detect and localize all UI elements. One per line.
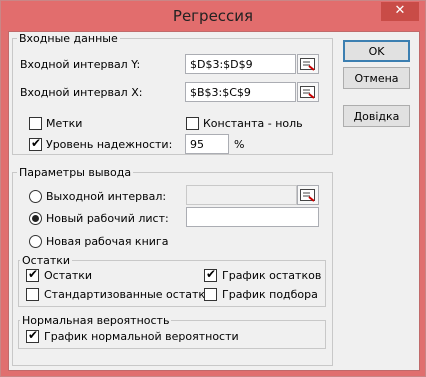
confidence-level-input[interactable]: 95 [185,134,229,154]
close-icon: ✕ [394,3,406,18]
x-range-label: Входной интервал X: [20,86,143,99]
confidence-level-checkbox[interactable]: ✔ [29,136,42,151]
line-fit-plots-label: График подбора [222,288,318,301]
output-range-radio[interactable] [29,190,42,203]
x-range-picker-button[interactable] [297,82,319,102]
range-picker-icon [300,86,315,99]
y-range-label: Входной интервал Y: [20,58,141,71]
dialog-title: Регрессия [172,7,254,25]
constant-zero-checkbox[interactable] [186,117,199,130]
close-button[interactable]: ✕ [381,2,419,21]
standardized-residuals-label: Стандартизованные остатки [44,288,213,301]
range-picker-icon [300,189,315,202]
new-book-label: Новая рабочая книга [46,235,169,248]
check-icon: ✔ [206,267,217,281]
dialog-body: Входные данные Входной интервал Y: $D$3:… [8,31,420,371]
output-range-label: Выходной интервал: [46,190,167,203]
confidence-level-label: Уровень надежности: [46,138,173,151]
title-bar[interactable]: Регрессия ✕ [1,1,425,31]
output-range-input[interactable] [186,185,297,205]
ok-button[interactable]: OK [343,40,410,62]
normal-probability-plots-label: График нормальной вероятности [44,330,239,343]
check-icon: ✔ [28,328,39,342]
help-button[interactable]: Довідка [343,105,410,127]
residual-plots-label: График остатков [222,269,322,282]
residuals-checkbox[interactable]: ✔ [26,267,39,282]
input-group-label: Входные данные [17,32,120,45]
normal-probability-group-label: Нормальная вероятность [20,314,172,327]
new-sheet-radio[interactable] [29,212,42,225]
percent-sign: % [234,138,245,151]
residuals-label: Остатки [44,269,93,282]
standardized-residuals-checkbox[interactable] [26,288,39,301]
dialog-window: Регрессия ✕ Входные данные Входной интер… [0,0,426,377]
x-range-input[interactable]: $B$3:$C$9 [185,82,296,102]
residual-plots-checkbox[interactable]: ✔ [204,267,217,282]
check-icon: ✔ [28,267,39,281]
check-icon: ✔ [31,136,42,150]
line-fit-plots-checkbox[interactable] [204,288,217,301]
labels-checkbox[interactable] [29,117,42,130]
output-options-label: Параметры вывода [17,166,134,179]
normal-probability-plots-checkbox[interactable]: ✔ [26,328,39,343]
range-picker-icon [300,58,315,71]
new-sheet-input[interactable] [186,207,319,227]
constant-zero-label: Константа - ноль [203,117,303,130]
new-book-radio[interactable] [29,235,42,248]
y-range-picker-button[interactable] [297,54,319,74]
y-range-input[interactable]: $D$3:$D$9 [185,54,296,74]
new-sheet-label: Новый рабочий лист: [46,212,169,225]
residuals-group-label: Остатки [20,254,73,267]
radio-dot [32,215,39,222]
output-range-picker-button[interactable] [297,185,319,205]
cancel-button[interactable]: Отмена [343,67,410,89]
labels-label: Метки [46,117,83,130]
